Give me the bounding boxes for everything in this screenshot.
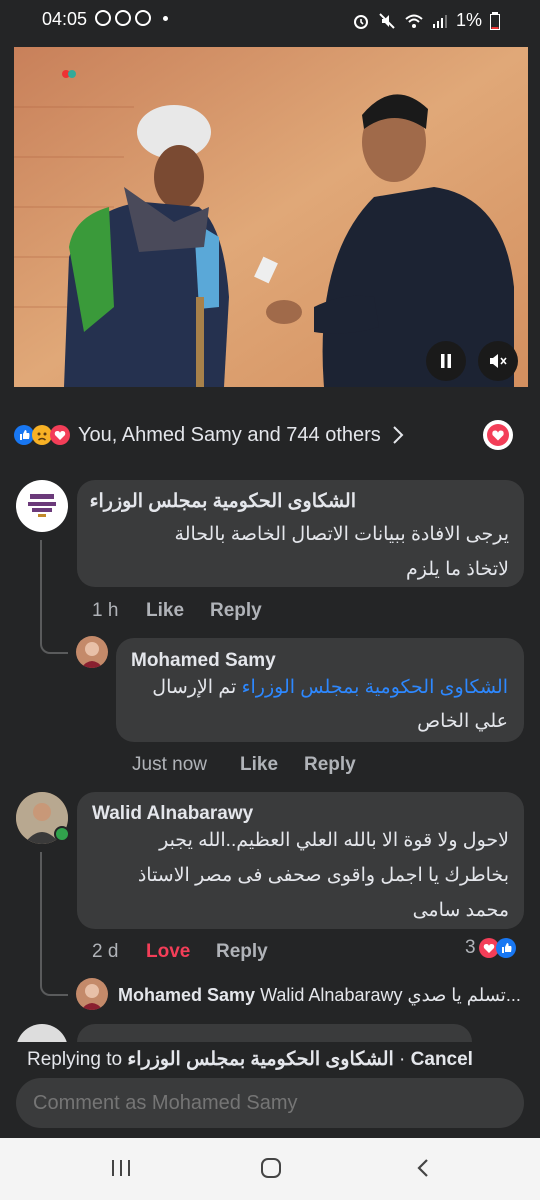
comment-author: Mohamed Samy xyxy=(118,985,256,1005)
notification-icon xyxy=(115,10,131,26)
love-button[interactable] xyxy=(483,420,513,450)
replying-label: Replying to xyxy=(27,1049,123,1070)
video-player[interactable] xyxy=(14,47,528,387)
online-status-dot xyxy=(54,826,70,842)
thread-connector xyxy=(40,852,68,996)
comment-text: يرجى الافادة ببيانات الاتصال الخاصة بالح… xyxy=(174,524,509,545)
battery-percent: 1% xyxy=(455,10,482,30)
comment-reactions[interactable]: 3 xyxy=(465,937,516,959)
comment-input[interactable] xyxy=(16,1078,524,1128)
signal-icon xyxy=(432,14,447,28)
avatar[interactable] xyxy=(76,636,108,668)
comment-text: محمد سامى xyxy=(412,900,509,921)
government-logo xyxy=(28,494,56,517)
avatar[interactable] xyxy=(76,978,108,1010)
wifi-icon xyxy=(405,14,423,28)
comment-author[interactable]: Walid Alnabarawy xyxy=(92,803,253,825)
notification-icon xyxy=(135,10,151,26)
comment-author[interactable]: Mohamed Samy xyxy=(131,650,276,672)
reply-button[interactable]: Reply xyxy=(210,600,262,622)
mute-icon xyxy=(379,12,395,29)
pause-icon xyxy=(441,354,451,368)
mention-link: Walid Alnabarawy xyxy=(260,985,403,1005)
notification-icons xyxy=(95,10,168,26)
like-button[interactable]: Like xyxy=(146,600,184,622)
thread-connector xyxy=(40,540,68,654)
comment-time: Just now xyxy=(132,754,207,775)
comment-author[interactable]: الشكاوى الحكومية بمجلس الوزراء xyxy=(80,490,356,513)
reply-button[interactable]: Reply xyxy=(216,941,268,963)
comment-text-part: تم الإرسال xyxy=(152,677,237,698)
mute-button[interactable] xyxy=(478,341,518,381)
reply-preview[interactable]: Mohamed Samy Walid Alnabarawy تسلم يا صد… xyxy=(118,985,528,1006)
love-button[interactable]: Love xyxy=(146,941,190,963)
reply-button[interactable]: Reply xyxy=(304,754,356,776)
pause-button[interactable] xyxy=(426,341,466,381)
comment-text: لاحول ولا قوة الا بالله العلي العظيم..ال… xyxy=(159,830,509,851)
more-notifications-icon xyxy=(163,15,168,21)
cancel-reply-button[interactable]: Cancel xyxy=(411,1049,473,1070)
reactions-summary[interactable]: You, Ahmed Samy and 744 others xyxy=(14,420,405,450)
comment-text: بخاطرك يا اجمل واقوى صحفى فى مصر الاستاذ xyxy=(137,865,509,886)
battery-icon xyxy=(490,11,500,30)
like-reaction-icon xyxy=(495,938,516,958)
sad-reaction-icon xyxy=(32,425,52,445)
replying-to-row: Replying to الشكاوى الحكومية بمجلس الوزر… xyxy=(27,1048,473,1071)
love-reaction-icon xyxy=(50,425,70,445)
mention-link[interactable]: الشكاوى الحكومية بمجلس الوزراء xyxy=(242,677,508,698)
chevron-right-icon xyxy=(393,426,404,444)
user-photo xyxy=(81,642,103,668)
comment-time: 2 d xyxy=(92,941,119,962)
user-photo xyxy=(81,984,103,1010)
like-button[interactable]: Like xyxy=(240,754,278,776)
reactions-text: You, Ahmed Samy and 744 others xyxy=(78,423,381,446)
system-icons: 1% xyxy=(352,10,500,31)
heart-icon xyxy=(487,424,509,446)
like-reaction-icon xyxy=(14,425,34,445)
avatar[interactable] xyxy=(16,480,68,532)
comment-text: علي الخاص xyxy=(417,711,508,732)
comment-text: لاتخاذ ما يلزم xyxy=(406,559,509,580)
comment-time: 1 h xyxy=(92,600,119,621)
notification-icon xyxy=(95,10,111,26)
home-icon[interactable] xyxy=(260,1157,282,1179)
separator: · xyxy=(399,1049,406,1070)
volume-muted-icon xyxy=(490,354,507,368)
status-bar: 04:05 1% xyxy=(0,0,540,38)
system-nav-bar xyxy=(0,1138,540,1200)
recent-apps-icon[interactable] xyxy=(110,1158,132,1178)
reaction-count: 3 xyxy=(465,937,476,958)
alarm-icon xyxy=(353,14,368,29)
replying-to-name: الشكاوى الحكومية بمجلس الوزراء xyxy=(127,1049,394,1070)
comment-preview-text: تسلم يا صدي... xyxy=(407,985,521,1005)
video-frame xyxy=(14,47,528,387)
status-time: 04:05 xyxy=(42,9,88,29)
comment-text: الشكاوى الحكومية بمجلس الوزراء تم الإرسا… xyxy=(131,670,508,706)
back-icon[interactable] xyxy=(414,1157,432,1179)
